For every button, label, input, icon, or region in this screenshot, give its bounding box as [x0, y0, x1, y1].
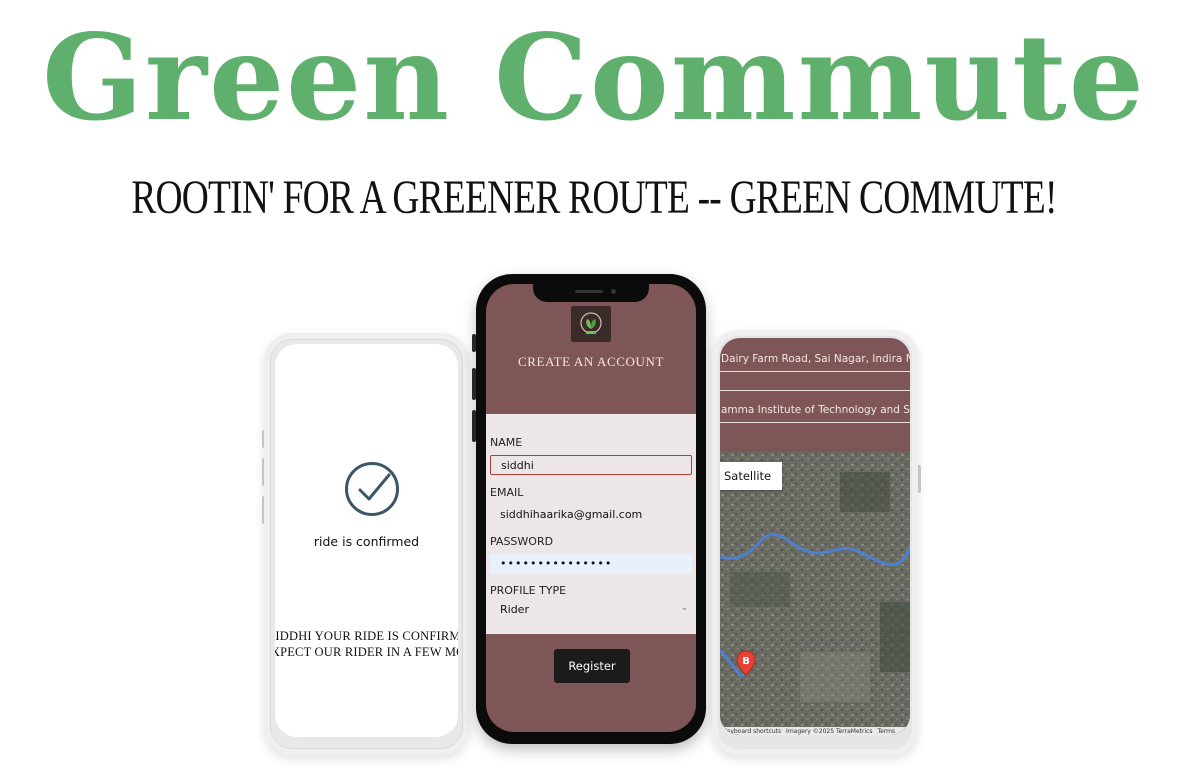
leaf-logo-icon [571, 306, 611, 342]
profile-type-value: Rider [500, 603, 529, 616]
pickup-address-field[interactable]: Dairy Farm Road, Sai Nagar, Indira N [720, 350, 910, 368]
name-input[interactable]: siddhi [490, 455, 692, 475]
map-imagery [720, 452, 910, 735]
phone-route-map: Dairy Farm Road, Sai Nagar, Indira N amm… [712, 330, 918, 755]
email-input[interactable]: siddhihaarika@gmail.com [490, 505, 692, 525]
create-account-heading: CREATE AN ACCOUNT [518, 354, 664, 369]
divider [720, 371, 910, 372]
profile-type-label: PROFILE TYPE [490, 584, 567, 597]
drop-address-field[interactable]: amma Institute of Technology and Sc [720, 401, 910, 419]
email-label: EMAIL [490, 486, 524, 499]
destination-marker[interactable]: B [736, 650, 756, 681]
check-circle-icon [345, 462, 399, 516]
profile-type-select[interactable]: Rider ⌄ [490, 600, 692, 620]
password-label: PASSWORD [490, 535, 554, 548]
terms-link[interactable]: Terms [877, 728, 895, 735]
register-button[interactable]: Register [554, 649, 630, 683]
imagery-credit: Imagery ©2025 TerraMetrics [786, 728, 873, 735]
phone-screen: ride is confirmed SIDDHI YOUR RIDE IS CO… [275, 344, 458, 737]
map-footer: Keyboard shortcuts Imagery ©2025 TerraMe… [720, 727, 910, 735]
camera [611, 289, 616, 294]
message-line-1: SIDDHI YOUR RIDE IS CONFIRMED [275, 629, 458, 643]
ride-confirmed-message: SIDDHI YOUR RIDE IS CONFIRMED EXPECT OUR… [275, 628, 458, 660]
satellite-map[interactable]: Satellite B Keyboard shortcuts Imagery ©… [720, 452, 910, 735]
phone-notch [533, 284, 649, 302]
ride-confirmed-title: ride is confirmed [313, 534, 420, 549]
password-input[interactable]: ••••••••••••••• [490, 554, 692, 574]
phone-screen: CREATE AN ACCOUNT NAME siddhi EMAIL sidd… [486, 284, 696, 732]
map-type-satellite-button[interactable]: Satellite [720, 462, 782, 490]
speaker [575, 290, 603, 293]
name-label: NAME [490, 436, 523, 449]
divider [720, 390, 910, 391]
phone-ride-confirmed: ride is confirmed SIDDHI YOUR RIDE IS CO… [264, 333, 469, 755]
hero-tagline: ROOTIN' FOR A GREENER ROUTE -- GREEN COM… [131, 171, 1057, 224]
marker-label: B [742, 656, 750, 667]
phone-screen: Dairy Farm Road, Sai Nagar, Indira N amm… [720, 338, 910, 735]
keyboard-shortcuts-link[interactable]: Keyboard shortcuts [723, 728, 781, 735]
hero-title: Green Commute [42, 8, 1146, 147]
registration-form: NAME siddhi EMAIL siddhihaarika@gmail.co… [486, 414, 696, 634]
message-line-2: EXPECT OUR RIDER IN A FEW MOMENTS [275, 645, 458, 659]
chevron-down-icon: ⌄ [680, 603, 688, 613]
phone-create-account: CREATE AN ACCOUNT NAME siddhi EMAIL sidd… [476, 274, 706, 744]
divider [720, 422, 910, 423]
